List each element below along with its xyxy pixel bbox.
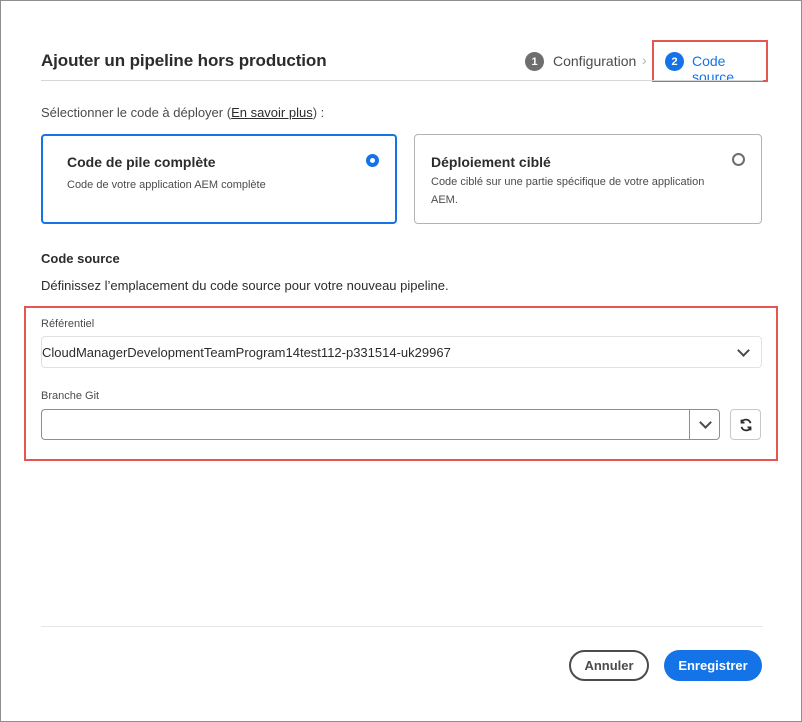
repository-value: CloudManagerDevelopmentTeamProgram14test… <box>42 345 451 360</box>
deploy-code-intro: Sélectionner le code à déployer (En savo… <box>41 105 324 120</box>
chevron-right-icon: › <box>642 52 647 68</box>
chevron-down-icon <box>737 344 750 357</box>
source-section-description: Définissez l’emplacement du code source … <box>41 278 449 293</box>
refresh-icon <box>740 418 751 431</box>
option-targeted-description: Code ciblé sur une partie spécifique de … <box>431 176 705 206</box>
chevron-down-icon <box>699 416 712 429</box>
branch-dropdown-button[interactable] <box>689 409 720 440</box>
cancel-button[interactable]: Annuler <box>569 650 649 681</box>
repository-label: Référentiel <box>41 318 95 330</box>
option-targeted-radio[interactable] <box>732 153 745 166</box>
option-full-stack-card[interactable]: Code de pile complète Code de votre appl… <box>41 134 397 224</box>
add-pipeline-dialog: Ajouter un pipeline hors production 1 Co… <box>0 0 802 722</box>
learn-more-link[interactable]: En savoir plus <box>231 105 313 120</box>
step-1-number: 1 <box>525 52 544 71</box>
option-targeted-card[interactable]: Déploiement ciblé Code ciblé sur une par… <box>414 134 762 224</box>
option-targeted-title: Déploiement ciblé <box>431 154 551 170</box>
intro-prefix: Sélectionner le code à déployer ( <box>41 105 232 120</box>
refresh-branches-button[interactable] <box>730 409 761 440</box>
option-full-stack-title: Code de pile complète <box>67 154 216 170</box>
footer-divider <box>41 626 763 627</box>
dialog-title: Ajouter un pipeline hors production <box>41 51 327 70</box>
step-1-label[interactable]: Configuration <box>553 53 636 69</box>
branch-combobox-input[interactable] <box>41 409 689 440</box>
intro-suffix: ) : <box>312 105 325 120</box>
source-section-title: Code source <box>41 251 120 266</box>
save-button[interactable]: Enregistrer <box>664 650 762 681</box>
header-divider <box>41 80 763 81</box>
repository-select[interactable]: CloudManagerDevelopmentTeamProgram14test… <box>41 336 762 368</box>
branch-label: Branche Git <box>41 390 100 402</box>
option-full-stack-radio[interactable] <box>366 154 379 167</box>
option-full-stack-description: Code de votre application AEM complète <box>67 179 266 191</box>
step-2-highlight-frame <box>652 40 768 82</box>
